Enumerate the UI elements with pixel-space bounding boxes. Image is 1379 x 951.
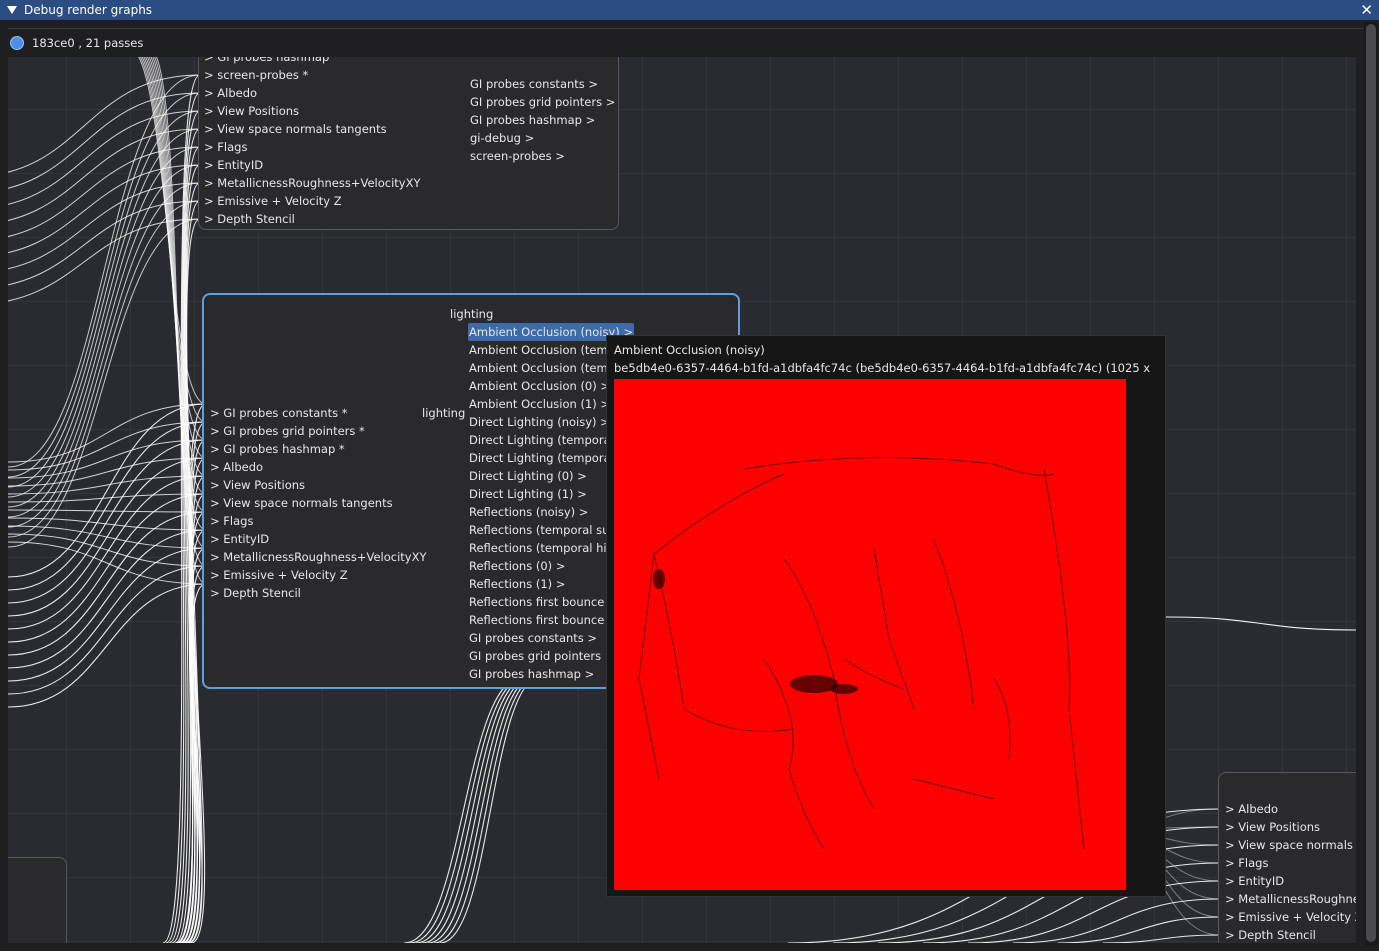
- node-input-pin[interactable]: > View space normals tangents: [210, 494, 393, 512]
- node-output-pin[interactable]: GI probes constants >: [470, 75, 598, 93]
- node-output-pin[interactable]: gi-debug >: [470, 129, 534, 147]
- close-icon[interactable]: ✕: [1360, 1, 1373, 19]
- node-output-pin[interactable]: Ambient Occlusion (0) >: [469, 377, 610, 395]
- node-output-pin[interactable]: screen-probes >: [470, 147, 565, 165]
- node-input-pin[interactable]: > View Positions: [204, 102, 299, 120]
- header-separator: [8, 28, 1363, 29]
- node-input-pin[interactable]: > Emissive + Velocity Z: [204, 192, 342, 210]
- node-output-pin[interactable]: GI probes grid pointers >: [470, 93, 615, 111]
- node-input-pin[interactable]: > GI probes hashmap *: [210, 440, 345, 458]
- node-output-pin[interactable]: Reflections first bounce n: [469, 611, 615, 629]
- node-output-pin[interactable]: Reflections (temporal sup: [469, 521, 617, 539]
- node-input-pin[interactable]: > Albedo: [204, 84, 257, 102]
- node-input-pin[interactable]: > Flags: [210, 512, 253, 530]
- node-input-pin[interactable]: > View Positions: [210, 476, 305, 494]
- scrollbar-thumb[interactable]: [1366, 24, 1376, 942]
- node-partial-label: > GI probes hashmap: [204, 57, 330, 64]
- node-input-pin[interactable]: > Emissive + Velocity Z: [1225, 908, 1356, 926]
- node-input-pin[interactable]: > View Positions: [1225, 818, 1320, 836]
- status-bar: 183ce0 , 21 passes: [10, 34, 143, 52]
- status-indicator-icon[interactable]: [10, 36, 24, 50]
- node-input-pin[interactable]: > Albedo: [210, 458, 263, 476]
- node-output-pin[interactable]: Reflections (noisy) >: [469, 503, 588, 521]
- node-output-pin[interactable]: Direct Lighting (0) >: [469, 467, 587, 485]
- node-input-pin[interactable]: > MetallicnessRoughness+VelocityXY: [204, 174, 420, 192]
- node-output-pin[interactable]: Direct Lighting (1) >: [469, 485, 587, 503]
- node-output-pin[interactable]: Direct Lighting (temporal: [469, 431, 614, 449]
- node-output-pin[interactable]: GI probes hashmap >: [470, 111, 595, 129]
- node-input-pin[interactable]: > EntityID: [204, 156, 263, 174]
- node-input-pin[interactable]: > View space normals ta: [1225, 836, 1356, 854]
- node-title: lighting: [450, 307, 494, 321]
- node-input-pin[interactable]: > EntityID: [1225, 872, 1284, 890]
- node-output-pin[interactable]: Ambient Occlusion (temp: [469, 341, 615, 359]
- node-output-pin[interactable]: Direct Lighting (temporal: [469, 449, 614, 467]
- node-output-pin[interactable]: GI probes constants >: [469, 629, 597, 647]
- node-input-pin[interactable]: > Flags: [204, 138, 247, 156]
- node-bottom-right[interactable]: > Albedo > View Positions > View space nor…: [1218, 772, 1356, 943]
- node-input-pin[interactable]: > View space normals tangents: [204, 120, 387, 138]
- node-gi-probes[interactable]: > GI probes hashmap > screen-probes * > A…: [198, 57, 619, 230]
- collapse-triangle-icon[interactable]: [7, 6, 17, 14]
- node-input-pin[interactable]: > Depth Stencil: [1225, 926, 1316, 943]
- node-bottom-left[interactable]: [8, 857, 67, 943]
- node-input-pin[interactable]: > GI probes grid pointers *: [210, 422, 365, 440]
- status-text: 183ce0 , 21 passes: [32, 36, 144, 50]
- texture-preview-image: [614, 379, 1126, 890]
- node-output-pin[interactable]: Direct Lighting (noisy) >: [469, 413, 610, 431]
- window-titlebar[interactable]: Debug render graphs ✕: [0, 0, 1379, 20]
- node-input-pin[interactable]: > MetallicnessRoughness+VelocityXY: [210, 548, 426, 566]
- node-input-pin[interactable]: > GI probes constants *: [210, 404, 347, 422]
- node-input-pin[interactable]: > Depth Stencil: [210, 584, 301, 602]
- node-output-pin[interactable]: Ambient Occlusion (temp: [469, 359, 615, 377]
- node-input-pin[interactable]: > screen-probes *: [204, 66, 308, 84]
- node-output-pin[interactable]: Reflections (0) >: [469, 557, 565, 575]
- node-output-pin[interactable]: Reflections (temporal hist: [469, 539, 617, 557]
- tooltip-title: Ambient Occlusion (noisy): [614, 343, 765, 357]
- window-title: Debug render graphs: [24, 3, 153, 17]
- node-output-pin[interactable]: GI probes grid pointers >: [469, 647, 614, 665]
- node-output-pin[interactable]: GI probes hashmap >: [469, 665, 594, 683]
- node-center-label: lighting: [422, 406, 466, 420]
- node-input-pin[interactable]: > MetallicnessRoughnes: [1225, 890, 1356, 908]
- node-output-pin[interactable]: Reflections first bounce p: [469, 593, 615, 611]
- vertical-scrollbar[interactable]: [1364, 22, 1378, 946]
- node-input-pin[interactable]: > Depth Stencil: [204, 210, 295, 228]
- node-input-pin[interactable]: > EntityID: [210, 530, 269, 548]
- node-input-pin[interactable]: > Albedo: [1225, 800, 1278, 818]
- texture-tooltip: Ambient Occlusion (noisy) be5db4e0-6357-…: [606, 335, 1166, 897]
- node-output-pin[interactable]: Reflections (1) >: [469, 575, 565, 593]
- preview-edges: [638, 457, 1085, 850]
- node-input-pin[interactable]: > Flags: [1225, 854, 1268, 872]
- node-input-pin[interactable]: > Emissive + Velocity Z: [210, 566, 348, 584]
- node-output-pin[interactable]: Ambient Occlusion (1) >: [469, 395, 610, 413]
